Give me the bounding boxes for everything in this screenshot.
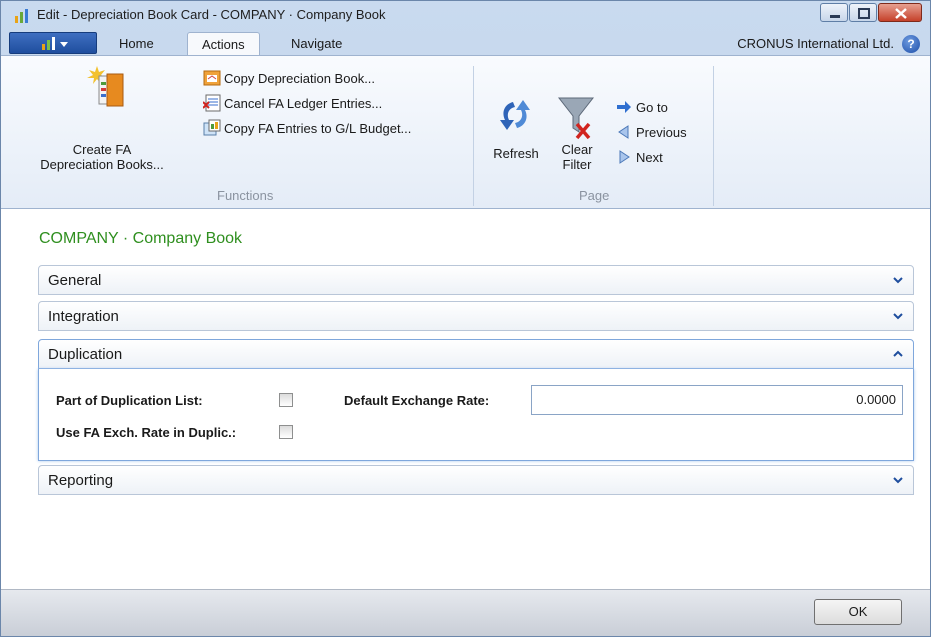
page-group-label: Page (579, 188, 610, 203)
window-title: Edit - Depreciation Book Card - COMPANY … (37, 7, 386, 22)
use-fa-exch-rate-checkbox[interactable] (279, 425, 293, 439)
window: Edit - Depreciation Book Card - COMPANY … (0, 0, 931, 637)
maximize-icon (858, 8, 870, 19)
default-exchange-rate-label: Default Exchange Rate: (344, 393, 490, 408)
cancel-entries-icon (203, 94, 221, 112)
functions-group-label: Functions (217, 188, 274, 203)
company-name: CRONUS International Ltd. (737, 36, 894, 51)
clear-filter-icon (557, 97, 595, 140)
fasttab-integration-title: Integration (48, 308, 119, 325)
part-of-duplication-list-checkbox[interactable] (279, 393, 293, 407)
default-exchange-rate-input[interactable]: 0.0000 (531, 385, 903, 415)
title-bar: Edit - Depreciation Book Card - COMPANY … (1, 1, 930, 31)
copy-depreciation-book-action[interactable]: Copy Depreciation Book... (203, 69, 375, 87)
tab-navigate[interactable]: Navigate (277, 32, 356, 56)
copy-entries-icon (203, 119, 221, 136)
chevron-up-icon (893, 350, 903, 357)
next-label: Next (636, 149, 663, 165)
ribbon-tab-row: Home Actions Navigate CRONUS Internation… (1, 30, 930, 57)
ribbon: Create FA Depreciation Books... Copy Dep… (1, 55, 930, 209)
app-menu-icon (42, 37, 68, 50)
copy-book-icon (203, 70, 221, 86)
fasttab-duplication-title: Duplication (48, 346, 123, 363)
page-title: COMPANY · Company Book (39, 230, 243, 247)
fasttab-general-title: General (48, 272, 102, 289)
fasttab-duplication[interactable]: Duplication (38, 339, 914, 369)
go-to-label: Go to (636, 99, 668, 115)
chevron-down-icon (893, 277, 903, 284)
cancel-fa-ledger-entries-action[interactable]: Cancel FA Ledger Entries... (203, 94, 382, 112)
help-icon[interactable]: ? (902, 35, 920, 53)
create-fa-label-line1: Create FA (72, 142, 132, 157)
footer-bar: OK (1, 589, 930, 636)
previous-label: Previous (636, 124, 687, 140)
copy-fa-entries-to-gl-budget-action[interactable]: Copy FA Entries to G/L Budget... (203, 119, 411, 137)
chevron-down-icon (893, 313, 903, 320)
ok-button[interactable]: OK (814, 599, 902, 625)
clear-filter-label-line2: Filter (562, 157, 592, 172)
chevron-down-icon (893, 477, 903, 484)
fasttab-general[interactable]: General (38, 265, 914, 295)
tab-actions[interactable]: Actions (187, 32, 260, 57)
tab-home[interactable]: Home (105, 32, 168, 56)
dynamics-logo-icon (15, 9, 28, 23)
fasttab-reporting[interactable]: Reporting (38, 465, 914, 495)
clear-filter-button[interactable]: Clear Filter (549, 58, 605, 182)
next-action[interactable]: Next (615, 148, 663, 166)
go-to-action[interactable]: Go to (615, 98, 668, 116)
cancel-fa-ledger-entries-label: Cancel FA Ledger Entries... (224, 95, 383, 111)
duplication-panel (38, 369, 914, 461)
close-button[interactable] (878, 3, 922, 22)
create-books-icon (87, 66, 124, 107)
copy-depreciation-book-label: Copy Depreciation Book... (224, 70, 376, 86)
ribbon-separator (473, 66, 474, 206)
create-fa-depreciation-books-button[interactable]: Create FA Depreciation Books... (17, 58, 187, 182)
refresh-label: Refresh (493, 146, 539, 161)
copy-fa-entries-label: Copy FA Entries to G/L Budget... (224, 120, 412, 136)
use-fa-exch-rate-label: Use FA Exch. Rate in Duplic.: (56, 425, 237, 440)
refresh-button[interactable]: Refresh (485, 58, 547, 168)
triangle-right-icon (619, 150, 630, 164)
window-controls (819, 3, 922, 22)
close-icon (895, 8, 907, 19)
ribbon-separator (713, 66, 714, 206)
create-fa-label-line2: Depreciation Books... (40, 157, 164, 172)
maximize-button[interactable] (849, 3, 877, 22)
minimize-button[interactable] (820, 3, 848, 22)
arrow-right-icon (617, 101, 631, 113)
triangle-left-icon (618, 125, 629, 139)
previous-action[interactable]: Previous (615, 123, 687, 141)
part-of-duplication-list-label: Part of Duplication List: (56, 393, 203, 408)
application-menu-button[interactable] (9, 32, 97, 54)
refresh-icon (500, 100, 530, 130)
clear-filter-label-line1: Clear (561, 142, 593, 157)
minimize-icon (830, 15, 840, 18)
fasttab-integration[interactable]: Integration (38, 301, 914, 331)
fasttab-reporting-title: Reporting (48, 472, 114, 489)
